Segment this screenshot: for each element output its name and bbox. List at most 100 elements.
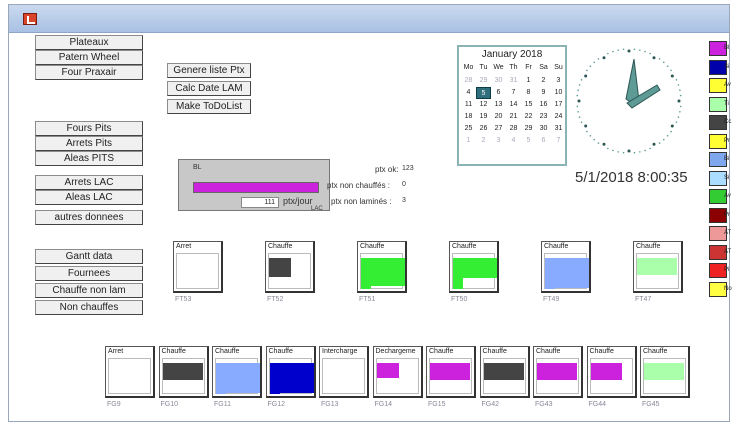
calendar-day[interactable]: 21 [506, 111, 521, 123]
calendar-day[interactable]: 1 [461, 135, 476, 147]
calendar-day[interactable]: 6 [536, 135, 551, 147]
app-window: Plateaux Patern Wheel Four Praxair Fours… [8, 4, 732, 422]
arrets-pits-button[interactable]: Arrets Pits [35, 136, 143, 151]
furnace-name: FG42 [481, 401, 500, 408]
clock-tick [576, 105, 579, 108]
aleas-lac-button[interactable]: Aleas LAC [35, 190, 143, 205]
furnace-load-area [482, 358, 526, 394]
furnace-load-area [268, 358, 314, 394]
calendar-weekday: Fr [525, 64, 532, 71]
calendar-day[interactable]: 5 [521, 135, 536, 147]
calendar-day[interactable]: 7 [506, 87, 521, 99]
calendar-day[interactable]: 12 [476, 99, 491, 111]
furnace-card[interactable]: Chauffe [640, 346, 690, 398]
aleas-pits-button[interactable]: Aleas PITS [35, 151, 143, 166]
furnace-card[interactable]: Chauffe [449, 241, 499, 293]
calendar-day[interactable]: 5 [476, 87, 491, 99]
calendar[interactable]: January 2018 Mo Tu We Th Fr Sa Su 28 29 30 31 1 2 3 4… [457, 45, 567, 166]
legend-swatch: Bi [709, 152, 729, 167]
calendar-day[interactable]: 16 [536, 99, 551, 111]
four-praxair-button[interactable]: Four Praxair [35, 65, 143, 80]
legend-label: Cc [724, 119, 732, 125]
calendar-day[interactable]: 1 [521, 75, 536, 87]
calendar-day[interactable]: 25 [461, 123, 476, 135]
calendar-day[interactable]: 17 [551, 99, 566, 111]
furnace-card[interactable]: Arret [105, 346, 155, 398]
fours-pits-button[interactable]: Fours Pits [35, 121, 143, 136]
autres-donnees-button[interactable]: autres donnees [35, 210, 143, 225]
make-todolist-button[interactable]: Make ToDoList [167, 99, 251, 114]
furnace-card[interactable]: Chauffe [265, 346, 316, 398]
calendar-day[interactable]: 2 [536, 75, 551, 87]
furnace-card[interactable]: Chauffe [633, 241, 683, 293]
furnace-load-fill [453, 258, 497, 278]
calendar-day[interactable]: 15 [521, 99, 536, 111]
furnace-card[interactable]: Chauffe [533, 346, 583, 398]
lam-rate-input[interactable]: 111 [241, 197, 279, 208]
clock-tick [679, 111, 681, 113]
furnace-card[interactable]: Dechargeme [372, 346, 423, 398]
calc-date-lam-button[interactable]: Calc Date LAM [167, 81, 251, 96]
calendar-day[interactable]: 29 [476, 75, 491, 87]
calendar-day[interactable]: 26 [476, 123, 491, 135]
furnace-card[interactable]: Chauffe [265, 241, 315, 293]
patern-wheel-button[interactable]: Patern Wheel [35, 50, 143, 65]
furnace-card[interactable]: Chauffe [158, 346, 209, 398]
calendar-day[interactable]: 3 [491, 135, 506, 147]
calendar-day[interactable]: 31 [506, 75, 521, 87]
gantt-data-button[interactable]: Gantt data [35, 249, 143, 264]
ptx-non-lamines-label: ptx non laminés : [331, 197, 392, 206]
calendar-day[interactable]: 11 [461, 99, 476, 111]
furnace-load-fill [269, 393, 280, 394]
furnace-card[interactable]: Chauffe [541, 241, 591, 293]
furnace-name: FT47 [635, 296, 652, 303]
clock-tick [612, 50, 614, 53]
furnace-card[interactable]: Chauffe [426, 346, 476, 398]
calendar-day[interactable]: 2 [476, 135, 491, 147]
calendar-day[interactable]: 7 [551, 135, 566, 147]
legend-label: No [724, 285, 732, 292]
furnace-card[interactable]: Intercharge [319, 346, 369, 398]
calendar-day[interactable]: 19 [476, 111, 491, 123]
furnace-card[interactable]: Arret [173, 241, 223, 293]
furnace-card[interactable]: Chauffe [357, 241, 407, 293]
calendar-day[interactable]: 28 [461, 75, 476, 87]
clock-tick [578, 84, 581, 86]
calendar-day[interactable]: 10 [551, 87, 566, 99]
arrets-lac-button[interactable]: Arrets LAC [35, 175, 143, 190]
calendar-day[interactable]: 14 [506, 99, 521, 111]
calendar-day[interactable]: 4 [506, 135, 521, 147]
non-chauffes-button[interactable]: Non chauffes [35, 300, 143, 315]
furnace-state: Chauffe [536, 348, 561, 355]
calendar-day[interactable]: 20 [491, 111, 506, 123]
calendar-day[interactable]: 3 [551, 75, 566, 87]
calendar-day[interactable]: 6 [491, 87, 506, 99]
calendar-day[interactable]: 27 [491, 123, 506, 135]
fournees-button[interactable]: Fournees [35, 266, 143, 281]
calendar-day[interactable]: 22 [521, 111, 536, 123]
clock-tick [597, 142, 600, 144]
plateaux-button[interactable]: Plateaux [35, 35, 143, 50]
calendar-day[interactable]: 9 [536, 87, 551, 99]
furnace-card[interactable]: Chauffe [479, 346, 530, 398]
calendar-day[interactable]: 4 [461, 87, 476, 99]
calendar-day[interactable]: 29 [521, 123, 536, 135]
calendar-day[interactable]: 28 [506, 123, 521, 135]
calendar-day[interactable]: 31 [551, 123, 566, 135]
furnace-card[interactable]: Chauffe [212, 346, 262, 398]
calendar-day[interactable]: 23 [536, 111, 551, 123]
furnace-name: FG14 [374, 401, 393, 408]
calendar-day[interactable]: 8 [521, 87, 536, 99]
calendar-day[interactable]: 18 [461, 111, 476, 123]
calendar-day[interactable]: 30 [491, 75, 506, 87]
chauffe-non-lam-button[interactable]: Chauffe non lam [35, 283, 143, 298]
furnace-name: FG44 [588, 401, 607, 408]
calendar-day[interactable]: 13 [491, 99, 506, 111]
clock-tick [602, 56, 606, 60]
furnace-card[interactable]: Chauffe [586, 346, 637, 398]
calendar-day[interactable]: 30 [536, 123, 551, 135]
calendar-day[interactable]: 24 [551, 111, 566, 123]
genere-liste-ptx-button[interactable]: Genere liste Ptx [167, 63, 251, 78]
title-bar [9, 5, 729, 33]
legend-swatch: Av [709, 78, 731, 93]
